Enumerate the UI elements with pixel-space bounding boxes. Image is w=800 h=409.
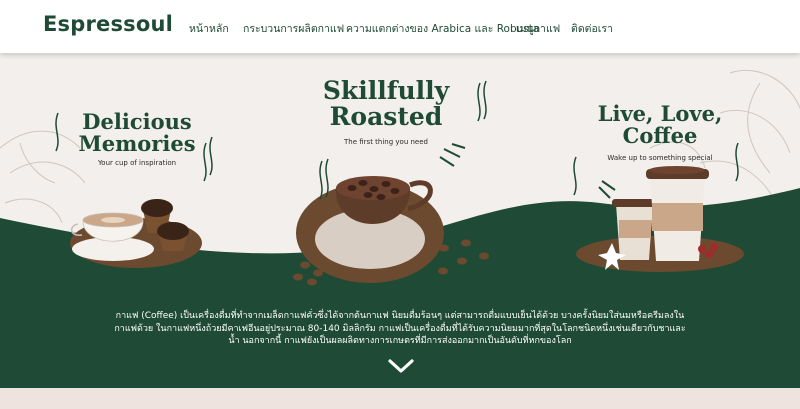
nav-item-differences[interactable]: ความแตกต่างของ Arabica และ Robusta xyxy=(346,20,539,37)
panel-subtitle-skillfully-roasted: The first thing you need xyxy=(344,138,428,146)
nav-item-menu[interactable]: เมนูกาแฟ xyxy=(516,20,560,37)
panel-title-skillfully-roasted: Skillfully Roasted xyxy=(322,76,450,132)
hero-section: Delicious Memories Your cup of inspirati… xyxy=(0,53,800,388)
nav-item-contact[interactable]: ติดต่อเรา xyxy=(571,20,613,37)
next-section-edge xyxy=(0,388,800,409)
chevron-down-icon[interactable] xyxy=(387,356,415,376)
navbar: Espressoul หน้าหลัก กระบวนการผลิตกาแฟ คว… xyxy=(0,0,800,53)
logo[interactable]: Espressoul xyxy=(43,12,173,36)
panel-subtitle-live-love-coffee: Wake up to something special xyxy=(607,154,713,162)
panel-title-live-love-coffee: Live, Love, Coffee xyxy=(597,101,723,149)
panel-subtitle-delicious-memories: Your cup of inspiration xyxy=(97,159,177,167)
hero-description: กาแฟ (Coffee) เป็นเครื่องดื่มที่ทำจากเมล… xyxy=(114,311,686,346)
nav-item-production[interactable]: กระบวนการผลิตกาแฟ xyxy=(243,20,344,37)
nav-item-home[interactable]: หน้าหลัก xyxy=(189,20,229,37)
panel-title-delicious-memories: Delicious Memories xyxy=(78,109,196,157)
